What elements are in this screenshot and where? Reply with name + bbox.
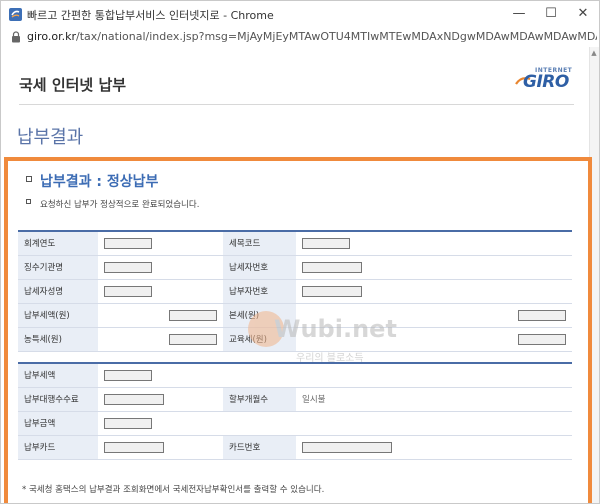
watermark-logo: Wubi.net 우리의 블로소득 [248,311,398,381]
url-text[interactable]: giro.or.kr/tax/national/index.jsp?msg=Mj… [27,30,597,43]
watermark-subtext: 우리의 블로소득 [296,353,364,364]
value-installment-months: 일시불 [296,387,572,412]
redacted-value [104,393,164,405]
value-fiscal-year [98,231,223,256]
label-card-number: 카드번호 [223,435,296,460]
giro-app-icon [9,8,22,21]
site-title: 국세 인터넷 납부 [19,76,127,94]
table-row: 납세자성명 납부자번호 [18,279,572,304]
redacted-value [302,441,392,453]
result-message: 요청하신 납부가 정상적으로 완료되었습니다. [40,200,200,210]
label-payer-number: 납부자번호 [223,279,296,304]
redacted-value [104,369,152,381]
redacted-value [302,237,350,249]
label-payment-tax: 납부세액 [18,363,98,388]
value-rural-tax [98,327,223,352]
table-row: 회계연도 세목코드 [18,231,572,256]
label-taxpayer-name: 납세자성명 [18,279,98,304]
giro-logo[interactable]: INTERNET GIRO [515,67,575,93]
result-title: 납부결과 : 정상납부 [40,174,159,190]
bullet-icon [26,176,32,182]
browser-window: 빠르고 간편한 통합납부서비스 인터넷지로 - Chrome — ☐ ✕ gir… [0,0,600,504]
value-taxpayer-number [296,255,572,280]
minimize-button[interactable]: — [509,5,529,23]
label-taxpayer-number: 납세자번호 [223,255,296,280]
label-payment-amount: 납부금액 [18,411,98,436]
url-host: giro.or.kr [27,30,76,43]
value-payment-amount [98,411,572,436]
section-title: 납부결과 [17,127,84,148]
redacted-value [169,333,217,345]
value-tax-code [296,231,572,256]
table-row: 납부카드 카드번호 [18,435,572,460]
scroll-up-arrow-icon[interactable]: ▲ [589,49,599,57]
value-payment-card [98,435,223,460]
url-path: /tax/national/index.jsp?msg=MjAyMjEyMTAw… [75,30,597,43]
label-fiscal-year: 회계연도 [18,231,98,256]
label-installment-months: 할부개월수 [223,387,296,412]
value-taxpayer-name [98,279,223,304]
result-highlight-box: 납부결과 : 정상납부 요청하신 납부가 정상적으로 완료되었습니다. 회계연도… [4,157,592,503]
redacted-value [302,261,362,273]
value-payer-number [296,279,572,304]
label-payment-card: 납부카드 [18,435,98,460]
redacted-value [518,333,566,345]
redacted-value [104,417,152,429]
bullet-icon [26,199,31,204]
value-agency-fee [98,387,223,412]
table-row: 납부대행수수료 할부개월수 일시불 [18,387,572,412]
value-collecting-agency [98,255,223,280]
label-rural-tax: 농특세(원) [18,327,98,352]
redacted-value [104,261,152,273]
logo-main-text: GIRO [523,72,569,92]
label-agency-fee: 납부대행수수료 [18,387,98,412]
redacted-value [518,309,566,321]
value-card-number [296,435,572,460]
label-tax-code: 세목코드 [223,231,296,256]
footnote: * 국세청 홈택스의 납부결과 조회화면에서 국세전자납부확인서를 출력할 수 … [22,485,325,495]
lock-icon [12,31,20,43]
redacted-value [104,237,152,249]
label-collecting-agency: 징수기관명 [18,255,98,280]
redacted-value [104,285,152,297]
title-bar: 빠르고 간편한 통합납부서비스 인터넷지로 - Chrome — ☐ ✕ [1,1,599,27]
table-row: 징수기관명 납세자번호 [18,255,572,280]
window-title: 빠르고 간편한 통합납부서비스 인터넷지로 - Chrome [27,9,274,22]
redacted-value [104,441,164,453]
site-header: 국세 인터넷 납부 INTERNET GIRO [7,47,589,107]
value-tax-amount [98,303,223,328]
redacted-value [169,309,217,321]
label-tax-amount: 납부세액(원) [18,303,98,328]
page-content: 국세 인터넷 납부 INTERNET GIRO 납부결과 ▲ 납부결과 : 정상… [1,47,599,503]
redacted-value [302,285,362,297]
address-bar[interactable]: giro.or.kr/tax/national/index.jsp?msg=Mj… [1,27,599,47]
close-button[interactable]: ✕ [573,5,593,23]
watermark-text: Wubi.net [274,315,397,343]
header-divider [19,104,574,105]
table-row: 납부금액 [18,411,572,436]
maximize-button[interactable]: ☐ [541,5,561,23]
